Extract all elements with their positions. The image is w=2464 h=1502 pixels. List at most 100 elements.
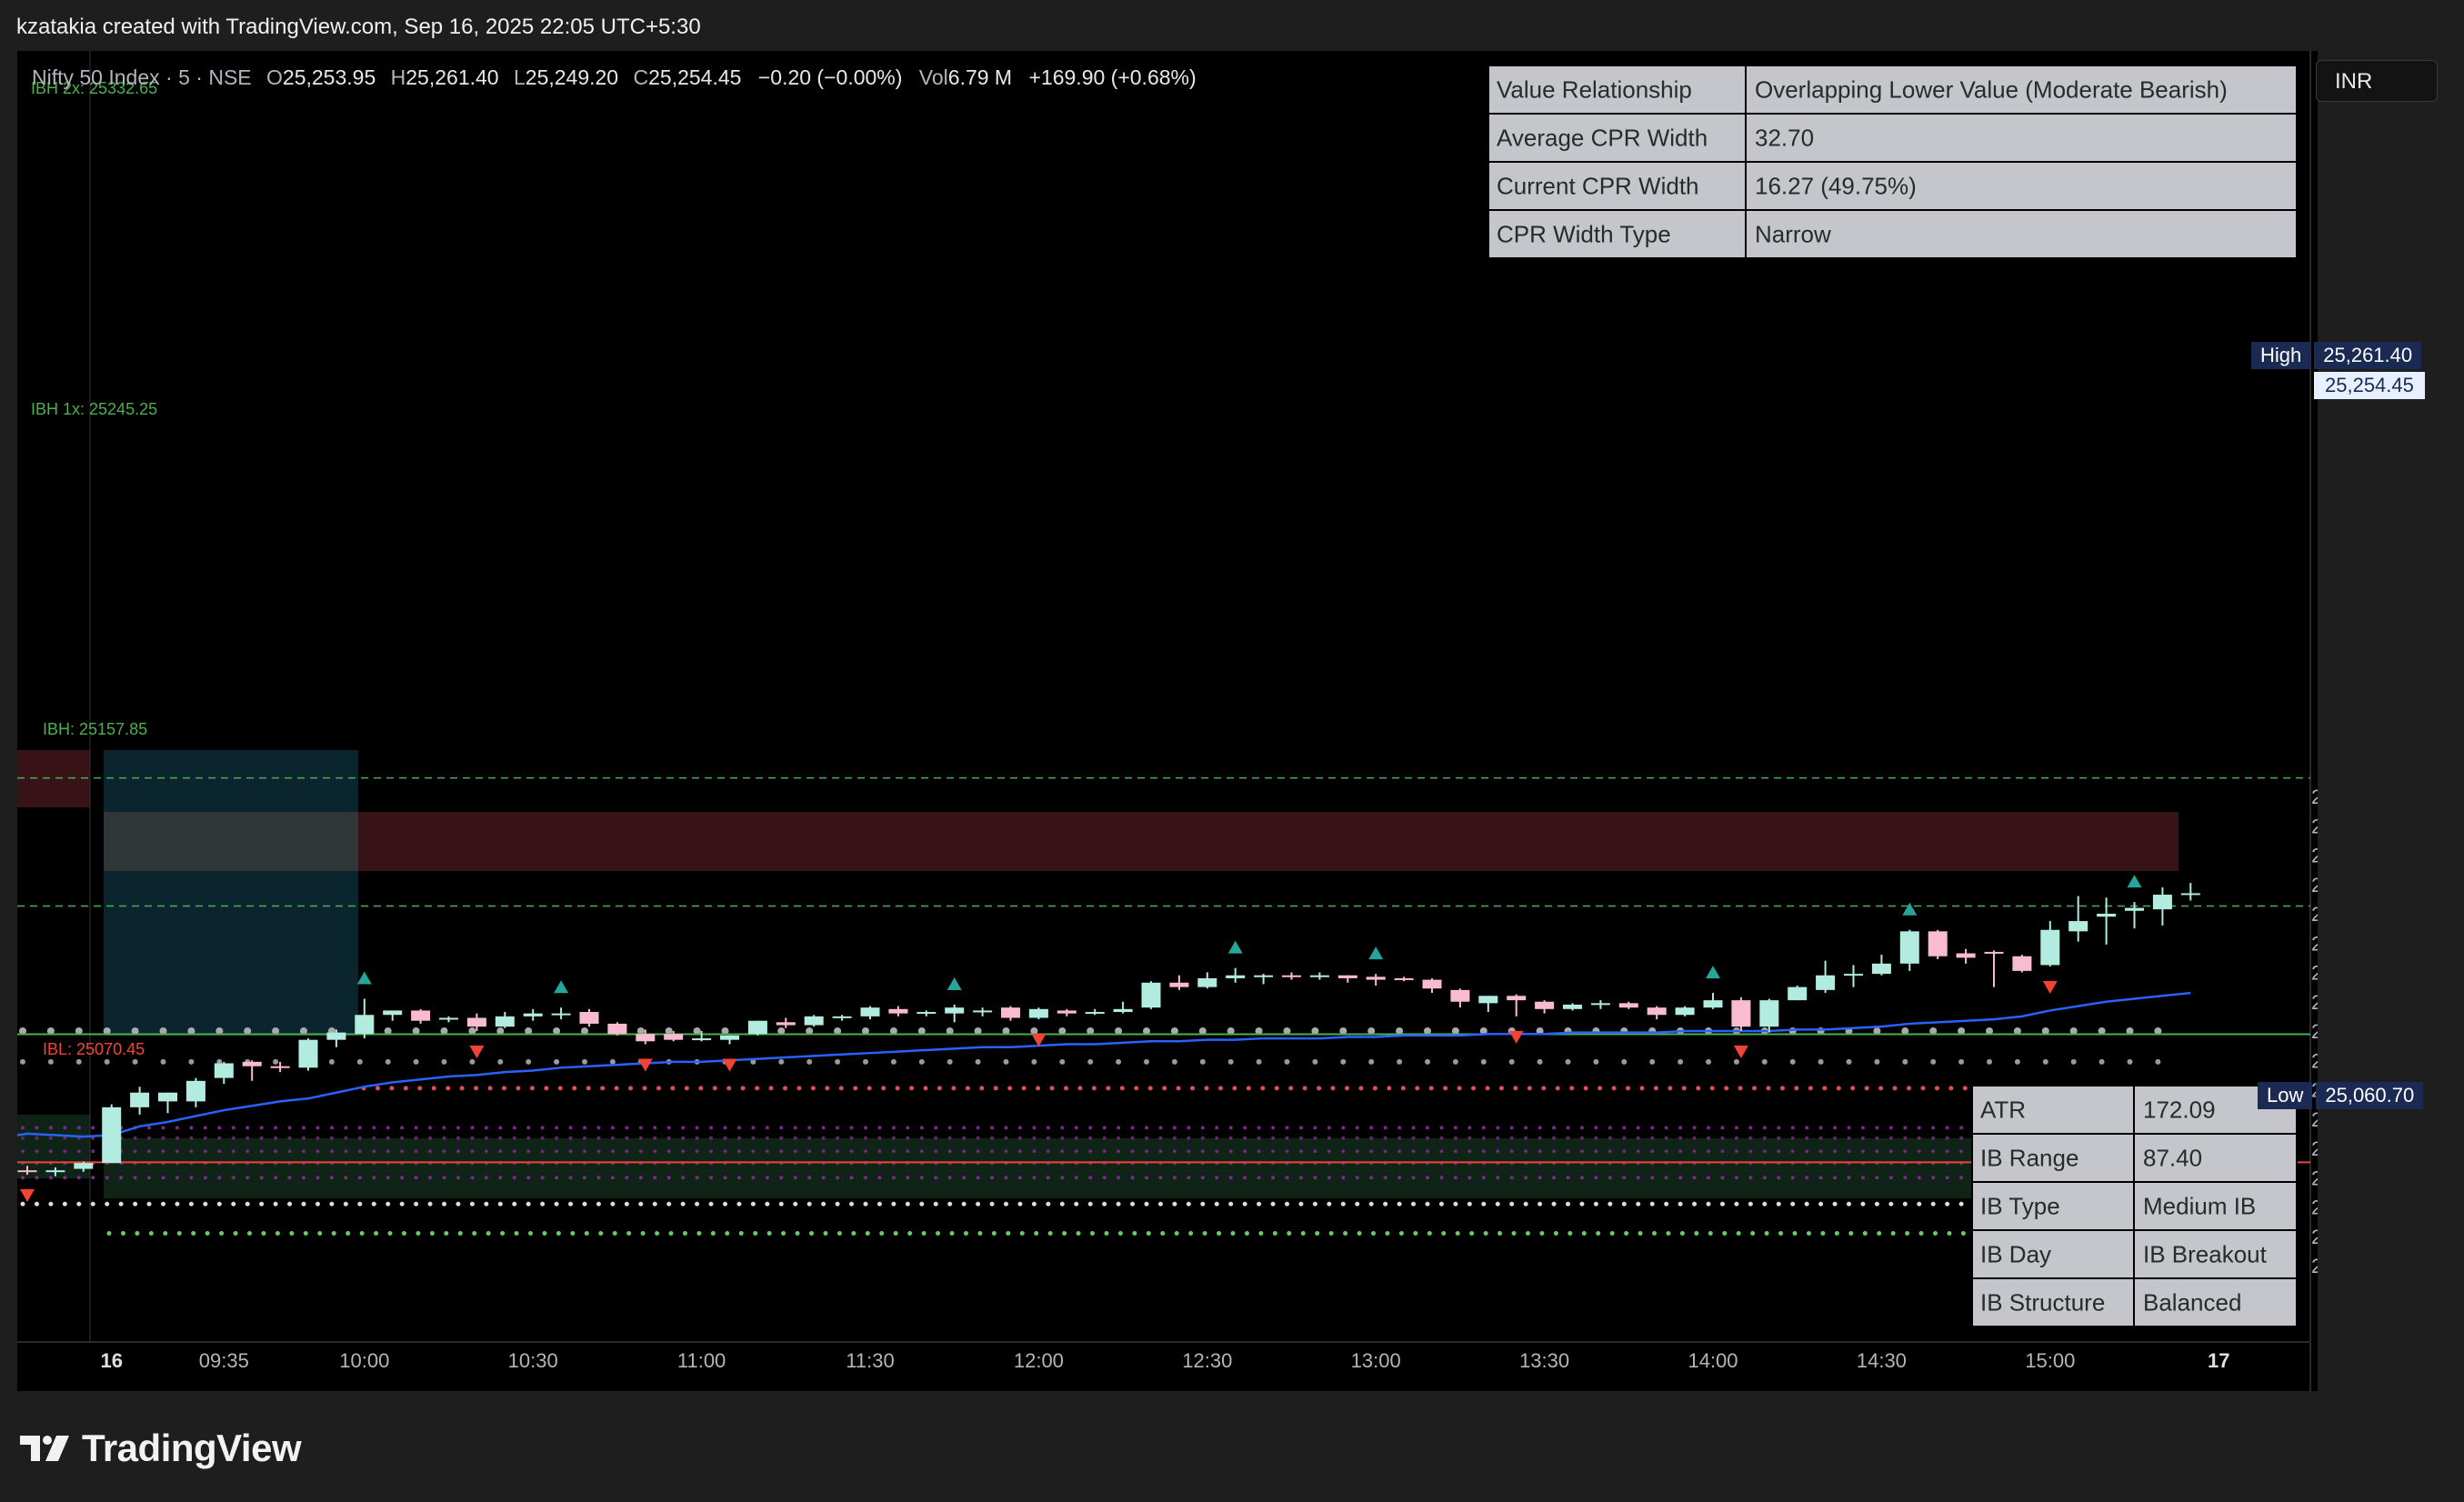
dot-marker — [472, 1231, 477, 1237]
dot-marker — [35, 1176, 39, 1180]
dot-marker — [1860, 1126, 1865, 1130]
dot-marker — [923, 1086, 928, 1091]
dot-marker — [1426, 1149, 1429, 1154]
dot-marker — [723, 1176, 727, 1180]
candle-body — [439, 1017, 458, 1020]
dot-marker — [414, 1149, 418, 1154]
dot-marker — [653, 1149, 657, 1154]
dot-marker — [681, 1149, 686, 1154]
dot-marker — [484, 1201, 489, 1207]
dot-marker — [1158, 1149, 1163, 1154]
dot-marker — [1621, 1201, 1627, 1207]
dot-marker — [1958, 1058, 1965, 1065]
currency-selector[interactable]: INR — [2316, 60, 2438, 102]
table-bottom-row-label: IB Structure — [1980, 1289, 2105, 1317]
dot-marker — [203, 1136, 207, 1140]
dot-marker — [416, 1231, 421, 1237]
dot-marker — [1822, 1086, 1828, 1091]
dot-marker — [738, 1231, 744, 1237]
candle-body — [1563, 1004, 1582, 1009]
dot-marker — [1187, 1149, 1191, 1154]
close-label: C — [634, 65, 649, 89]
table-bottom-row-label: ATR — [1980, 1096, 2026, 1124]
dot-marker — [723, 1201, 727, 1207]
dot-marker — [655, 1231, 660, 1237]
dot-marker — [710, 1231, 716, 1237]
candle — [1141, 981, 1161, 1009]
table-top-row-label: Current CPR Width — [1497, 173, 1699, 200]
dot-marker — [1021, 1086, 1027, 1091]
candle-body — [636, 1034, 656, 1042]
dot-marker — [386, 1201, 391, 1207]
dot-marker — [161, 1149, 165, 1154]
dot-marker — [680, 1201, 686, 1207]
dot-marker — [753, 1231, 758, 1237]
dot-marker — [849, 1176, 854, 1180]
candle-body — [1001, 1007, 1020, 1018]
dot-marker — [1818, 1149, 1823, 1154]
dot-marker — [148, 1231, 154, 1237]
dot-marker — [1608, 1136, 1612, 1140]
dot-marker — [1117, 1176, 1121, 1180]
dot-marker — [1411, 1176, 1416, 1180]
candle-body — [1057, 1010, 1077, 1014]
dot-marker — [1794, 1086, 1799, 1091]
high-label: H — [391, 65, 406, 89]
dot-marker — [1805, 1136, 1809, 1140]
dot-marker — [371, 1201, 376, 1207]
dot-marker — [1328, 1231, 1334, 1237]
candle-body — [1394, 977, 1414, 980]
dot-marker — [1622, 1176, 1627, 1180]
time-tick-label: 13:30 — [1519, 1349, 1569, 1372]
dot-marker — [540, 1136, 545, 1140]
dot-marker — [1443, 1086, 1448, 1091]
dot-marker — [947, 1136, 952, 1140]
dot-marker — [1920, 1086, 1926, 1091]
dot-marker — [1593, 1058, 1599, 1065]
dot-marker — [891, 1149, 896, 1154]
dot-marker — [1930, 1058, 1937, 1065]
dot-marker — [1679, 1231, 1685, 1237]
dot-marker — [1917, 1176, 1921, 1180]
dot-marker — [586, 1086, 591, 1091]
dot-marker — [1368, 1058, 1375, 1065]
dot-marker — [557, 1086, 563, 1091]
dot-marker — [1102, 1126, 1107, 1130]
dot-marker — [1836, 1086, 1841, 1091]
candle-body — [102, 1106, 122, 1164]
tradingview-brand[interactable]: TradingView — [18, 1423, 302, 1474]
dot-marker — [497, 1058, 504, 1065]
dot-marker — [1090, 1231, 1095, 1237]
dot-marker — [386, 1136, 390, 1140]
dot-marker — [1692, 1149, 1697, 1154]
change-value: −0.20 (−0.00%) — [758, 65, 903, 89]
candle-body — [1618, 1003, 1638, 1008]
dot-marker — [470, 1126, 475, 1130]
dot-marker — [793, 1126, 797, 1130]
dot-marker — [1917, 1126, 1921, 1130]
dot-marker — [836, 1149, 840, 1154]
dot-marker — [287, 1176, 292, 1180]
dot-marker — [233, 1231, 238, 1237]
dot-marker — [796, 1086, 802, 1091]
dot-marker — [876, 1201, 882, 1207]
dot-marker — [1088, 1126, 1093, 1130]
dot-marker — [1312, 1201, 1317, 1207]
dot-marker — [259, 1176, 264, 1180]
price-chart[interactable]: IBH 2x: 25332.65 IBH 1x: 25245.25 IBH: 2… — [17, 51, 2318, 1391]
dot-marker — [919, 1136, 924, 1140]
dot-marker — [695, 1176, 699, 1180]
dot-marker — [1511, 1231, 1517, 1237]
dot-marker — [1426, 1136, 1429, 1140]
dot-marker — [542, 1231, 547, 1237]
dot-marker — [1579, 1126, 1584, 1130]
dot-marker — [1636, 1136, 1640, 1140]
candle-body — [1675, 1007, 1695, 1016]
dot-marker — [1036, 1086, 1041, 1091]
dot-marker — [175, 1126, 179, 1130]
dot-marker — [877, 1149, 882, 1154]
dot-marker — [1215, 1176, 1219, 1180]
dot-marker — [1496, 1176, 1500, 1180]
dot-marker — [303, 1231, 308, 1237]
dot-marker — [1145, 1149, 1148, 1154]
